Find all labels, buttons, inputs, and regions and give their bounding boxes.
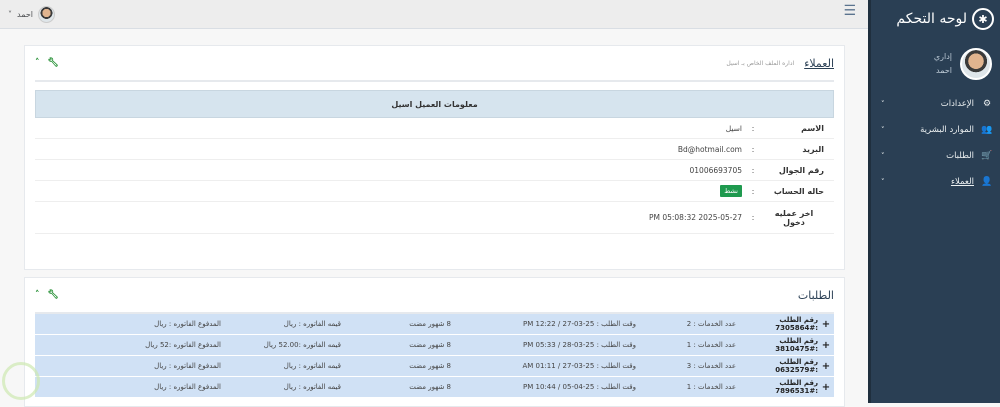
- value: 01006693705: [689, 165, 743, 175]
- order-ago: 8 شهور مضت: [409, 383, 451, 391]
- expand-icon[interactable]: +: [818, 361, 834, 372]
- colon: :: [751, 165, 755, 175]
- wrench-icon[interactable]: 🔧︎: [48, 290, 59, 300]
- label: حاله الحساب: [773, 186, 824, 196]
- order-id: رقم الطلب :#0632579: [775, 358, 818, 374]
- sidebar-item-settings[interactable]: ⚙ الإعدادات ˅: [871, 91, 1000, 117]
- colon: :: [751, 213, 755, 222]
- order-paid: المدفوع الفاتوره :52 ريال: [145, 341, 221, 349]
- avatar: [960, 47, 992, 80]
- order-services: عدد الخدمات : 1: [686, 383, 736, 391]
- brand-title: لوحه التحكم: [896, 11, 967, 27]
- expand-icon[interactable]: +: [818, 382, 834, 393]
- profile-name: احمد: [936, 65, 952, 75]
- profile: إداري احمد: [871, 32, 1000, 87]
- cart-icon: 🛒: [981, 151, 993, 161]
- sidebar-item-label: الطلبات: [946, 151, 974, 161]
- order-row[interactable]: + رقم الطلب :#7896531 عدد الخدمات : 1 وقت ا…: [35, 377, 834, 398]
- label: اخر عمليه دخول: [774, 208, 814, 227]
- menu-toggle-icon[interactable]: ☰: [843, 3, 856, 19]
- order-ago: 8 شهور مضت: [409, 341, 451, 349]
- order-row[interactable]: + رقم الطلب :#0632579 عدد الخدمات : 3 وقت ا…: [35, 356, 834, 377]
- value: PM 05:08:32 2025-05-27: [648, 213, 742, 222]
- order-services: عدد الخدمات : 3: [686, 362, 736, 370]
- panel-title: العملاء: [804, 56, 834, 70]
- order-invoice: قيمه الفاتوره : ريال: [283, 320, 341, 328]
- info-title: معلومات العميل اسيل: [35, 90, 834, 118]
- order-time: وقت الطلب : 25-03-27 / 12:22 PM: [523, 320, 636, 328]
- user-menu[interactable]: ˅ احمد: [8, 6, 55, 23]
- order-paid: المدفوع الفاتوره : ريال: [154, 383, 221, 391]
- value: اسيل: [725, 123, 742, 133]
- chevron-down-icon: ˅: [881, 178, 885, 186]
- role: إداري: [933, 51, 952, 61]
- sidebar-item-orders[interactable]: 🛒 الطلبات ˅: [871, 143, 1000, 169]
- order-ago: 8 شهور مضت: [409, 362, 451, 370]
- expand-icon[interactable]: +: [818, 319, 834, 330]
- wrench-icon[interactable]: 🔧︎: [48, 58, 59, 68]
- order-time: وقت الطلب : 25-04-05 / 10:44 PM: [523, 383, 636, 391]
- panel-title: الطلبات: [797, 288, 834, 302]
- order-services: عدد الخدمات : 1: [686, 341, 736, 349]
- colon: :: [751, 123, 755, 133]
- order-invoice: قيمه الفاتوره : ريال: [283, 383, 341, 391]
- colon: :: [751, 186, 755, 196]
- order-row[interactable]: + رقم الطلب :#7305864 عدد الخدمات : 2 وقت ا…: [35, 314, 834, 335]
- colon: :: [751, 144, 755, 154]
- sidebar-item-customers[interactable]: 👤 العملاء ˅: [871, 169, 1000, 195]
- order-paid: المدفوع الفاتوره : ريال: [154, 362, 221, 370]
- chevron-down-icon: ˅: [8, 10, 12, 19]
- sidebar-item-label: العملاء: [950, 177, 974, 187]
- order-paid: المدفوع الفاتوره : ريال: [154, 320, 221, 328]
- order-row[interactable]: + رقم الطلب :#3810475 عدد الخدمات : 1 وقت ا…: [35, 335, 834, 356]
- order-services: عدد الخدمات : 2: [686, 320, 736, 328]
- panel-subtitle: اداره الملف الخاص بـ اسيل: [726, 59, 795, 67]
- status-badge: نشط: [720, 185, 742, 197]
- order-time: وقت الطلب : 25-03-28 / 05:33 PM: [523, 341, 636, 349]
- order-time: وقت الطلب : 25-03-27 / 01:11 AM: [522, 362, 636, 370]
- collapse-icon[interactable]: ˄: [35, 58, 40, 68]
- expand-icon[interactable]: +: [818, 340, 834, 351]
- cogs-icon: ⚙: [982, 99, 992, 109]
- order-invoice: قيمه الفاتوره :52.00 ريال: [263, 341, 341, 349]
- label: رقم الجوال: [778, 165, 824, 175]
- sidebar-item-hr[interactable]: 👥 الموارد البشرية ˅: [871, 117, 1000, 143]
- order-id: رقم الطلب :#3810475: [775, 337, 818, 353]
- order-id: رقم الطلب :#7305864: [775, 316, 818, 332]
- info-row-phone: رقم الجوال:01006693705: [35, 160, 834, 181]
- username: احمد: [17, 10, 33, 19]
- user-icon: 👤: [981, 177, 993, 187]
- label: البريد: [802, 144, 824, 154]
- order-invoice: قيمه الفاتوره : ريال: [283, 362, 341, 370]
- order-ago: 8 شهور مضت: [409, 320, 451, 328]
- orders-panel: الطلبات 🔧︎ ˄ + رقم الطلب :#7305864 عدد الخد…: [24, 277, 845, 407]
- avatar: [38, 6, 55, 23]
- chevron-down-icon: ˅: [881, 152, 885, 160]
- brand[interactable]: ✱ لوحه التحكم: [871, 0, 1000, 32]
- info-row-last-login: اخر عمليه دخول: PM 05:08:32 2025-05-27: [35, 202, 834, 234]
- chevron-down-icon: ˅: [881, 100, 885, 108]
- paw-icon: ✱: [972, 8, 994, 30]
- info-row-status: حاله الحساب: نشط: [35, 181, 834, 202]
- users-icon: 👥: [981, 125, 993, 135]
- value: Bd@hotmail.com: [677, 144, 742, 154]
- collapse-icon[interactable]: ˄: [35, 290, 40, 300]
- sidebar-item-label: الإعدادات: [940, 99, 974, 109]
- info-row-name: الاسم: اسيل: [35, 118, 834, 139]
- chevron-down-icon: ˅: [881, 126, 885, 134]
- order-id: رقم الطلب :#7896531: [775, 379, 818, 395]
- watermark-logo: [2, 362, 40, 400]
- info-row-email: البريد: Bd@hotmail.com: [35, 139, 834, 160]
- label: الاسم: [801, 123, 824, 133]
- customer-panel: العملاء اداره الملف الخاص بـ اسيل 🔧︎ ˄ مع…: [24, 45, 845, 270]
- sidebar: ✱ لوحه التحكم إداري احمد ⚙ الإعدادات ˅ 👥 المو…: [868, 0, 1000, 403]
- top-nav: ☰ ˅ احمد: [0, 0, 868, 29]
- sidebar-item-label: الموارد البشرية: [920, 125, 974, 135]
